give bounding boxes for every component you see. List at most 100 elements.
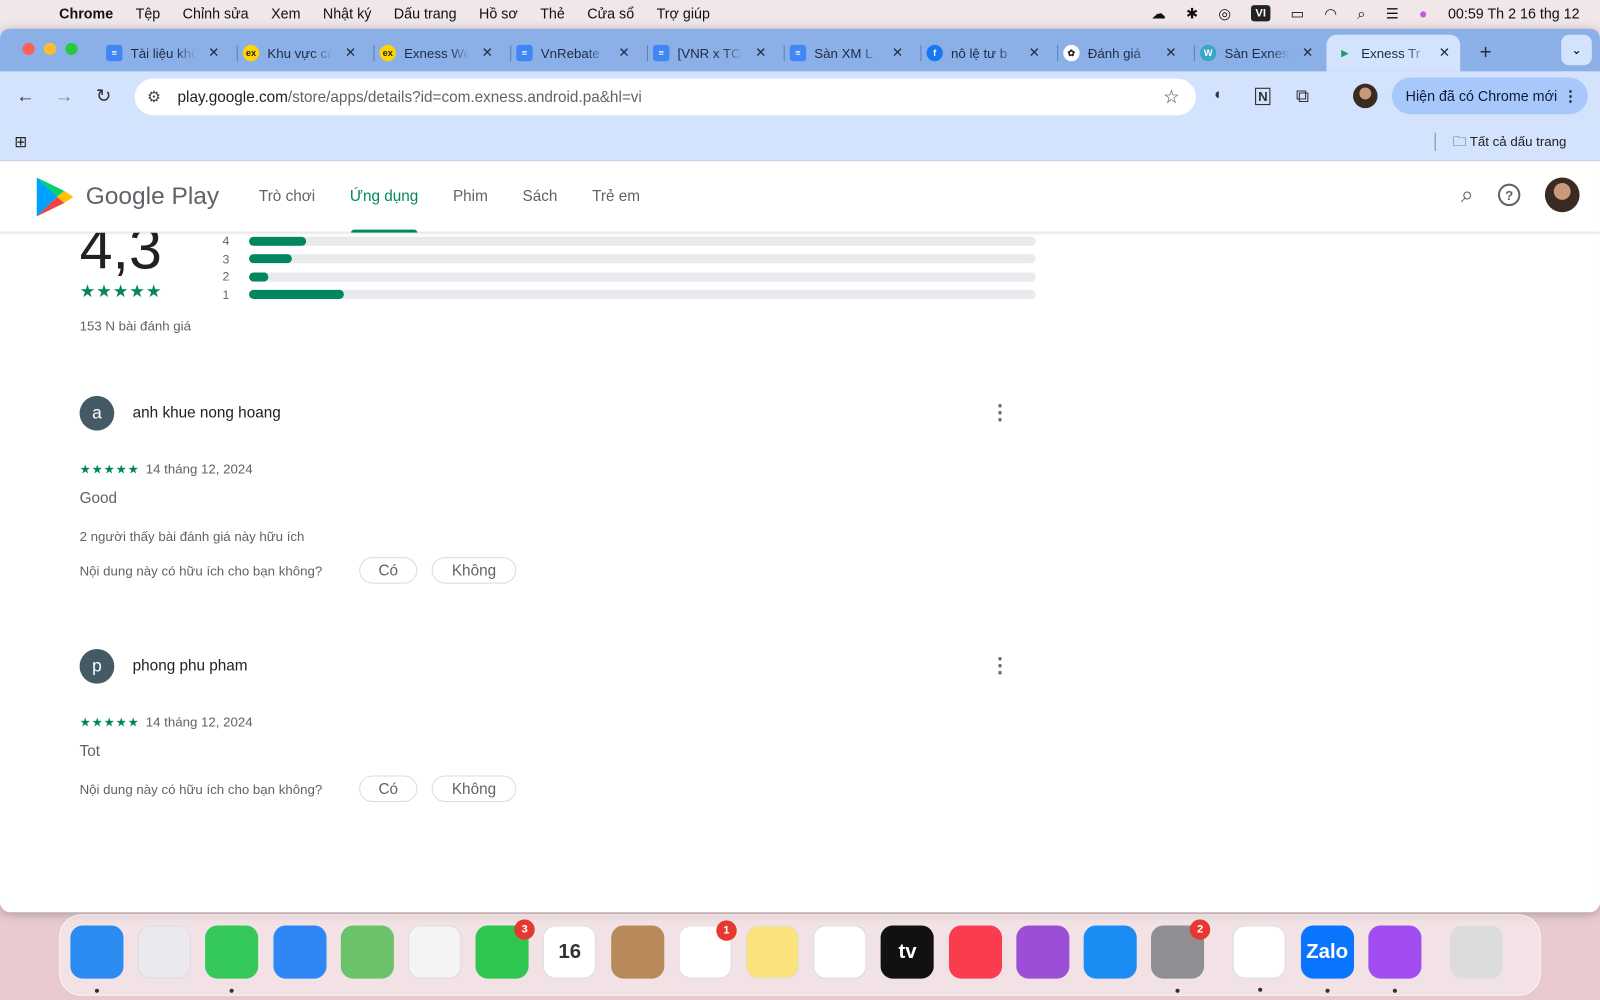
all-bookmarks-button[interactable]: 🗀 Tất cả dấu trang	[1453, 133, 1566, 155]
close-tab-icon[interactable]: ✕	[1302, 45, 1313, 61]
control-center-icon[interactable]: ☰	[1386, 5, 1399, 22]
menu-item[interactable]: Trợ giúp	[657, 5, 710, 21]
messenger-icon[interactable]	[1368, 925, 1422, 993]
extensions-puzzle-icon[interactable]: ⧉	[1296, 86, 1309, 107]
battery-icon[interactable]: ▭	[1291, 5, 1305, 22]
new-tab-button[interactable]: +	[1480, 35, 1492, 72]
profile-avatar[interactable]	[1353, 83, 1378, 109]
close-tab-icon[interactable]: ✕	[618, 45, 629, 61]
tab-search-chevron-icon[interactable]: ⌄	[1561, 34, 1592, 66]
menu-item[interactable]: Xem	[271, 5, 300, 21]
menu-app-name[interactable]: Chrome	[59, 5, 113, 21]
maps-icon[interactable]	[340, 925, 394, 979]
menu-item[interactable]: Tệp	[136, 5, 161, 21]
address-bar[interactable]: ⚙ play.google.com/store/apps/details?id=…	[134, 78, 1196, 116]
music-icon[interactable]	[948, 925, 1002, 979]
app-store-icon[interactable]	[1083, 925, 1137, 979]
zalo-icon[interactable]: Zalo	[1300, 925, 1354, 993]
tab[interactable]: ≡ [VNR x TC ✕	[653, 35, 766, 72]
forward-button[interactable]: →	[55, 86, 73, 107]
menu-item[interactable]: Hồ sơ	[479, 5, 518, 21]
close-window-button[interactable]	[22, 42, 35, 56]
tab[interactable]: ex Khu vực cá nhân ✕	[242, 35, 356, 72]
back-button[interactable]: ←	[16, 86, 34, 107]
calendar-icon[interactable]: 16	[543, 925, 597, 979]
close-tab-icon[interactable]: ✕	[345, 45, 356, 61]
google-play-logo[interactable]: Google Play	[35, 175, 219, 218]
bookmark-star-icon[interactable]: ☆	[1163, 86, 1179, 107]
nav-tab[interactable]: Sách	[505, 161, 575, 232]
bookmarks-bar: ⊞ 🗀 Tất cả dấu trang	[0, 122, 1600, 162]
system-settings-icon[interactable]: 2	[1151, 919, 1211, 993]
finder-icon[interactable]	[70, 925, 124, 993]
more-menu-icon[interactable]: ⋮	[1563, 87, 1577, 104]
account-avatar[interactable]	[1544, 177, 1580, 213]
extension-icon[interactable]: ◐	[1214, 86, 1223, 103]
review-more-options-icon[interactable]: ⋮	[990, 653, 1010, 679]
helpful-yes-button[interactable]: Có	[359, 557, 418, 584]
tab[interactable]: ≡ Tài liệu không ✕	[106, 35, 219, 72]
notes-icon[interactable]	[745, 925, 799, 979]
tab[interactable]: f nô lệ tư b ✕	[926, 35, 1040, 72]
tab[interactable]: ≡ VnRebate ✕	[516, 35, 629, 72]
menu-item[interactable]: Chỉnh sửa	[183, 5, 249, 21]
bluetooth-icon[interactable]: ✱	[1186, 5, 1198, 22]
tab[interactable]: ✿ Đánh giá ✕	[1063, 35, 1176, 72]
freeform-icon[interactable]	[813, 925, 867, 979]
nav-tab[interactable]: Trẻ em	[575, 161, 658, 232]
relaunch-chrome-button[interactable]: Hiện đã có Chrome mới ⋮	[1391, 77, 1588, 115]
wifi-icon[interactable]: ◠	[1324, 5, 1336, 22]
helpful-yes-button[interactable]: Có	[359, 775, 418, 803]
apple-tv-icon[interactable]: tv	[881, 925, 935, 979]
menu-item[interactable]: Thẻ	[540, 5, 565, 21]
tab[interactable]: ex Exness Web ✕	[379, 35, 493, 72]
helpful-no-button[interactable]: Không	[431, 557, 517, 584]
zoom-window-button[interactable]	[65, 42, 78, 56]
play-store-page: Google Play Trò chơi Ứng dụng Phim Sách Trẻ …	[0, 161, 1600, 912]
nav-tab[interactable]: Phim	[436, 161, 506, 232]
chrome-icon[interactable]	[1233, 925, 1287, 992]
review-more-options-icon[interactable]: ⋮	[990, 400, 1010, 426]
menu-item[interactable]: Cửa sổ	[587, 5, 634, 21]
nav-tab[interactable]: Trò chơi	[242, 161, 333, 232]
folder-icon: 🗀	[1453, 133, 1467, 149]
spotlight-icon[interactable]: ⌕	[1357, 5, 1365, 22]
close-tab-icon[interactable]: ✕	[755, 45, 766, 61]
close-tab-icon[interactable]: ✕	[1165, 45, 1176, 61]
contacts-icon[interactable]	[610, 925, 664, 979]
facetime-icon[interactable]: 3	[475, 919, 535, 979]
nav-tab[interactable]: Ứng dụng	[333, 161, 436, 233]
trash-icon[interactable]	[1449, 925, 1504, 979]
reload-button[interactable]: ↻	[96, 86, 111, 107]
apps-grid-icon[interactable]: ⊞	[14, 133, 27, 151]
reminders-icon[interactable]: 1	[678, 920, 737, 979]
creative-cloud-icon[interactable]: ☁	[1151, 5, 1165, 22]
close-tab-icon[interactable]: ✕	[208, 45, 219, 61]
menu-item[interactable]: Nhật ký	[323, 5, 371, 21]
rating-bar-label: 4	[222, 233, 230, 249]
menu-item[interactable]: Dấu trang	[394, 5, 457, 21]
search-icon[interactable]: ⌕	[1461, 182, 1474, 209]
photos-icon[interactable]	[408, 925, 462, 979]
tab[interactable]: ▶ Exness Tr ✕	[1326, 34, 1461, 72]
close-tab-icon[interactable]: ✕	[1029, 45, 1040, 61]
rating-bar-track	[248, 272, 1036, 282]
siri-icon[interactable]: ●	[1419, 5, 1428, 21]
launchpad-icon[interactable]	[137, 925, 192, 979]
airdrop-icon[interactable]: ◎	[1218, 5, 1230, 22]
mail-icon[interactable]	[273, 925, 327, 979]
notion-extension-icon[interactable]: N	[1255, 87, 1271, 106]
tab[interactable]: W Sàn Exness ✕	[1199, 35, 1313, 72]
close-tab-icon[interactable]: ✕	[482, 45, 493, 61]
helpful-no-button[interactable]: Không	[431, 775, 517, 803]
close-tab-icon[interactable]: ✕	[892, 45, 903, 61]
tab[interactable]: ≡ Sàn XM L ✕	[789, 35, 903, 72]
minimize-window-button[interactable]	[43, 42, 57, 56]
clock[interactable]: 00:59 Th 2 16 thg 12	[1448, 5, 1580, 21]
podcasts-icon[interactable]	[1016, 925, 1070, 979]
messages-icon[interactable]	[205, 925, 259, 993]
site-info-icon[interactable]: ⚙	[147, 88, 167, 106]
close-tab-icon[interactable]: ✕	[1439, 45, 1450, 61]
help-icon[interactable]: ?	[1497, 183, 1521, 207]
input-method[interactable]: VI	[1251, 5, 1271, 22]
